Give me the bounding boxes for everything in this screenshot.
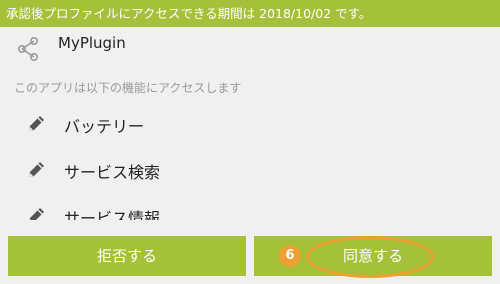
app-name: MyPlugin	[58, 34, 126, 52]
step-number-badge: 6	[279, 245, 301, 267]
app-header: MyPlugin	[0, 27, 500, 71]
permission-item-service-info: サービス情報	[0, 192, 500, 220]
highlight-ring	[306, 236, 434, 278]
permission-label: バッテリー	[64, 117, 145, 136]
permission-list[interactable]: バッテリー サービス検索 サービス情報	[0, 100, 500, 220]
pencil-icon	[29, 208, 44, 220]
access-period-banner: 承認後プロファイルにアクセスできる期間は 2018/10/02 です。	[0, 0, 500, 27]
permission-label: サービス検索	[64, 163, 161, 182]
pencil-icon	[29, 116, 44, 131]
deny-button[interactable]: 拒否する	[8, 236, 246, 276]
permission-item-service-search: サービス検索	[0, 146, 500, 192]
share-icon	[18, 36, 38, 61]
permission-label: サービス情報	[64, 209, 161, 220]
pencil-icon	[29, 162, 44, 177]
permission-description: このアプリは以下の機能にアクセスします	[14, 81, 242, 95]
permission-item-battery: バッテリー	[0, 100, 500, 146]
